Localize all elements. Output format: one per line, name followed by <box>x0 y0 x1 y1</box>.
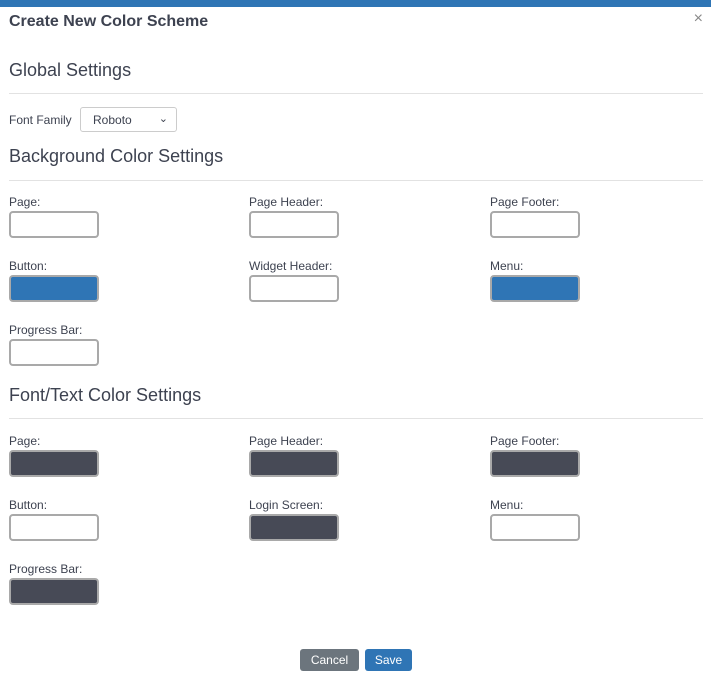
divider <box>9 180 703 181</box>
save-button[interactable]: Save <box>365 649 412 671</box>
color-picker-input[interactable] <box>490 450 580 477</box>
cancel-button[interactable]: Cancel <box>300 649 359 671</box>
color-field-label: Page Header: <box>249 434 324 448</box>
color-field-label: Widget Header: <box>249 259 333 273</box>
divider <box>9 418 703 419</box>
color-picker-input[interactable] <box>9 578 99 605</box>
background-settings-heading: Background Color Settings <box>9 146 224 166</box>
font-family-label: Font Family <box>9 113 72 127</box>
color-field-label: Page Footer: <box>490 195 560 209</box>
color-field-label: Progress Bar: <box>9 562 83 576</box>
color-field-label: Page: <box>9 434 41 448</box>
color-field-label: Button: <box>9 498 48 512</box>
color-field-label: Menu: <box>490 259 524 273</box>
font-family-value: Roboto <box>93 113 132 127</box>
font-family-select[interactable]: Roboto ⌄ <box>80 107 177 132</box>
color-picker-input[interactable] <box>490 275 580 302</box>
close-icon[interactable]: × <box>694 10 703 28</box>
color-picker-input[interactable] <box>249 211 339 238</box>
color-field-label: Login Screen: <box>249 498 324 512</box>
dialog-title: Create New Color Scheme <box>9 13 209 30</box>
global-settings-heading: Global Settings <box>9 60 132 80</box>
color-picker-input[interactable] <box>490 514 580 541</box>
color-picker-input[interactable] <box>249 450 339 477</box>
color-field-label: Menu: <box>490 498 524 512</box>
color-picker-input[interactable] <box>9 211 99 238</box>
color-field-label: Page: <box>9 195 41 209</box>
font-settings-heading: Font/Text Color Settings <box>9 385 202 405</box>
color-field-label: Progress Bar: <box>9 323 83 337</box>
color-picker-input[interactable] <box>490 211 580 238</box>
color-picker-input[interactable] <box>9 450 99 477</box>
color-picker-input[interactable] <box>9 339 99 366</box>
divider <box>9 93 703 94</box>
color-picker-input[interactable] <box>9 275 99 302</box>
color-field-label: Page Footer: <box>490 434 560 448</box>
chevron-down-icon: ⌄ <box>158 113 168 125</box>
color-field-label: Button: <box>9 259 48 273</box>
top-bar <box>0 0 711 7</box>
color-picker-input[interactable] <box>9 514 99 541</box>
color-picker-input[interactable] <box>249 275 339 302</box>
color-field-label: Page Header: <box>249 195 324 209</box>
color-picker-input[interactable] <box>249 514 339 541</box>
